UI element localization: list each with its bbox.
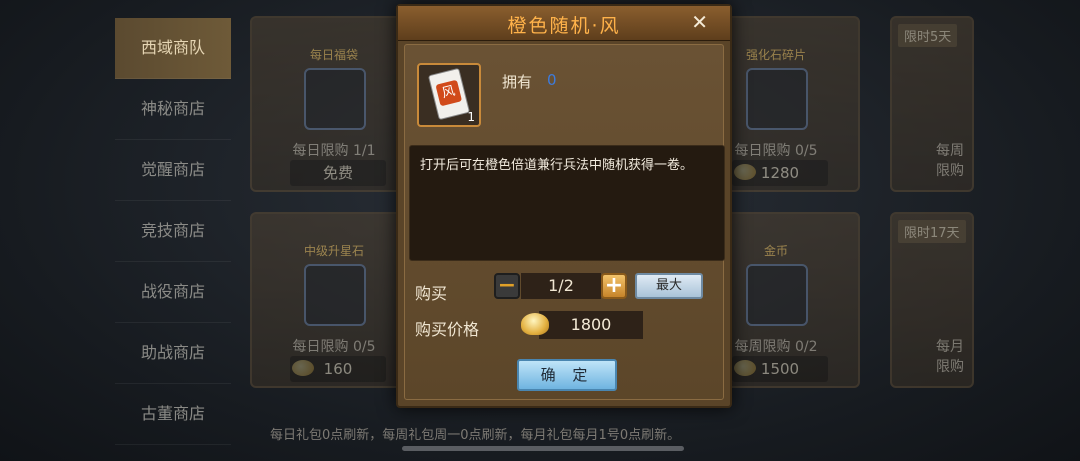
card-price[interactable]: 免费	[290, 160, 386, 186]
card-limit: 每日限购 1/1	[292, 143, 376, 159]
card-limit: 每月限购	[936, 339, 964, 375]
card-thumbnail	[746, 68, 808, 130]
shop-card[interactable]: 限时5天 每周限购	[890, 16, 974, 192]
owned-label: 拥有	[502, 73, 533, 91]
card-name: 中级升星石	[303, 244, 364, 258]
scroll-card-icon: 风	[427, 67, 471, 121]
sidebar-item-awaken[interactable]: 觉醒商店	[115, 140, 231, 201]
shop-card[interactable]: 中级升星石 每日限购 0/5 160	[250, 212, 418, 388]
time-limit-badge: 限时5天	[898, 24, 958, 47]
dialog-title: 橙色随机·风	[507, 15, 621, 37]
card-price[interactable]: 160	[290, 356, 386, 382]
sidebar-item-assist[interactable]: 助战商店	[115, 323, 231, 384]
card-name: 每日福袋	[309, 48, 358, 62]
card-limit: 每日限购 0/5	[292, 339, 376, 355]
sidebar-item-antique[interactable]: 古董商店	[115, 384, 231, 445]
item-seal: 风	[435, 79, 463, 107]
horizontal-scrollbar[interactable]	[402, 446, 684, 451]
close-icon[interactable]: ✕	[691, 10, 708, 34]
card-thumbnail	[746, 264, 808, 326]
price-label: 购买价格	[415, 320, 480, 339]
max-quantity-button[interactable]: 最大	[635, 273, 703, 299]
shop-card[interactable]: 每日福袋 每日限购 1/1 免费	[250, 16, 418, 192]
quantity-label: 购买	[415, 284, 448, 303]
owned-value: 0	[547, 71, 557, 89]
shop-sidebar: 西域商队 神秘商店 觉醒商店 竞技商店 战役商店 助战商店 古董商店	[115, 18, 231, 445]
decrease-quantity-button[interactable]: −	[494, 273, 520, 299]
item-description: 打开后可在橙色倍道兼行兵法中随机获得一卷。	[409, 145, 725, 261]
quantity-value: 1/2	[521, 273, 601, 299]
gold-ingot-icon	[521, 313, 549, 335]
card-price[interactable]: 1500	[732, 356, 828, 382]
sidebar-item-campaign[interactable]: 战役商店	[115, 262, 231, 323]
dialog-body: 风 1 拥有 0 打开后可在橙色倍道兼行兵法中随机获得一卷。 购买 − 1/2 …	[404, 44, 725, 400]
card-price[interactable]: 1280	[732, 160, 828, 186]
item-count: 1	[467, 110, 475, 124]
sidebar-item-xiyu[interactable]: 西域商队	[115, 18, 231, 79]
time-limit-badge: 限时17天	[898, 220, 966, 243]
purchase-dialog: 橙色随机·风 ✕ 风 1 拥有 0 打开后可在橙色倍道兼行兵法中随机获得一卷。 …	[396, 4, 732, 408]
refresh-note: 每日礼包0点刷新，每周礼包周一0点刷新，每月礼包每月1号0点刷新。	[270, 428, 681, 443]
shop-card[interactable]: 限时17天 每月限购	[890, 212, 974, 388]
item-icon-frame: 风 1	[417, 63, 481, 127]
dialog-header: 橙色随机·风 ✕	[398, 6, 730, 41]
confirm-button[interactable]: 确 定	[517, 359, 617, 391]
increase-quantity-button[interactable]: +	[601, 273, 627, 299]
card-thumbnail	[304, 264, 366, 326]
card-limit: 每周限购	[936, 143, 964, 179]
card-thumbnail	[304, 68, 366, 130]
sidebar-item-mystery[interactable]: 神秘商店	[115, 79, 231, 140]
sidebar-item-arena[interactable]: 竞技商店	[115, 201, 231, 262]
price-value: 1800	[539, 311, 643, 339]
